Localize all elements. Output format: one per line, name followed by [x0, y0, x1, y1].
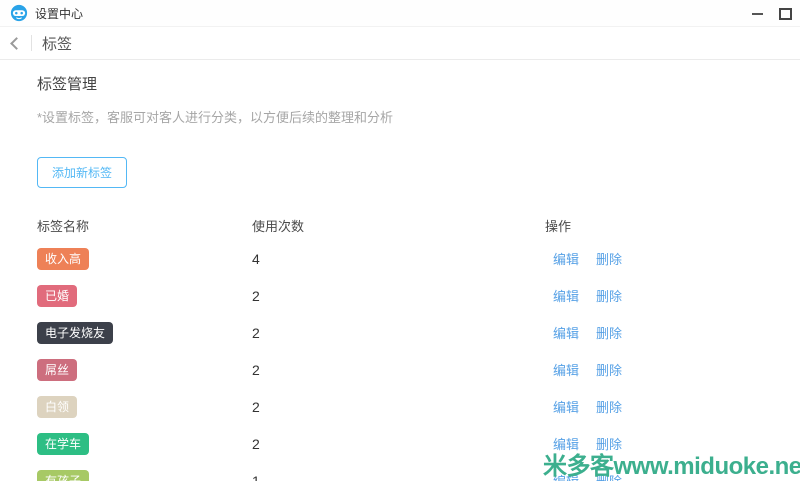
section-subtitle: *设置标签，客服可对客人进行分类，以方便后续的整理和分析	[37, 107, 800, 126]
table-row: 有孩子 1 编辑 删除	[37, 462, 800, 481]
usage-count: 4	[252, 251, 545, 267]
usage-count: 2	[252, 325, 545, 341]
tag-pill: 收入高	[37, 248, 89, 270]
minimize-icon[interactable]	[752, 0, 763, 27]
delete-link[interactable]: 删除	[596, 434, 622, 453]
table-row: 电子发烧友 2 编辑 删除	[37, 314, 800, 351]
app-title: 设置中心	[35, 5, 83, 22]
tag-pill: 电子发烧友	[37, 322, 113, 344]
tag-pill: 白领	[37, 396, 77, 418]
edit-link[interactable]: 编辑	[553, 286, 579, 305]
tag-pill: 已婚	[37, 285, 77, 307]
table-row: 在学车 2 编辑 删除	[37, 425, 800, 462]
tag-table: 标签名称 使用次数 操作 收入高 4 编辑 删除 已婚 2 编辑 删除 电子发烧…	[37, 210, 800, 481]
usage-count: 2	[252, 362, 545, 378]
edit-link[interactable]: 编辑	[553, 434, 579, 453]
section-title: 标签管理	[37, 73, 800, 94]
table-row: 收入高 4 编辑 删除	[37, 240, 800, 277]
edit-link[interactable]: 编辑	[553, 323, 579, 342]
maximize-icon[interactable]	[779, 8, 792, 20]
column-header-usage-count: 使用次数	[252, 216, 545, 235]
edit-link[interactable]: 编辑	[553, 249, 579, 268]
main-content: 标签管理 *设置标签，客服可对客人进行分类，以方便后续的整理和分析 添加新标签 …	[0, 60, 800, 481]
table-row: 已婚 2 编辑 删除	[37, 277, 800, 314]
table-header-row: 标签名称 使用次数 操作	[37, 210, 800, 240]
edit-link[interactable]: 编辑	[553, 360, 579, 379]
delete-link[interactable]: 删除	[596, 471, 622, 481]
add-tag-button[interactable]: 添加新标签	[37, 157, 127, 188]
nav-divider	[31, 35, 32, 51]
usage-count: 2	[252, 288, 545, 304]
navbar: 标签	[0, 27, 800, 60]
edit-link[interactable]: 编辑	[553, 471, 579, 481]
delete-link[interactable]: 删除	[596, 249, 622, 268]
tag-pill: 有孩子	[37, 470, 89, 481]
delete-link[interactable]: 删除	[596, 397, 622, 416]
table-row: 屌丝 2 编辑 删除	[37, 351, 800, 388]
usage-count: 2	[252, 436, 545, 452]
page-breadcrumb-title: 标签	[42, 33, 72, 54]
usage-count: 2	[252, 399, 545, 415]
titlebar: 设置中心	[0, 0, 800, 27]
tag-pill: 在学车	[37, 433, 89, 455]
edit-link[interactable]: 编辑	[553, 397, 579, 416]
tag-pill: 屌丝	[37, 359, 77, 381]
table-row: 白领 2 编辑 删除	[37, 388, 800, 425]
column-header-tag-name: 标签名称	[37, 216, 252, 235]
usage-count: 1	[252, 473, 545, 481]
app-logo-icon	[10, 4, 28, 22]
column-header-actions: 操作	[545, 216, 800, 235]
delete-link[interactable]: 删除	[596, 286, 622, 305]
back-chevron-icon[interactable]	[10, 37, 23, 50]
delete-link[interactable]: 删除	[596, 323, 622, 342]
delete-link[interactable]: 删除	[596, 360, 622, 379]
